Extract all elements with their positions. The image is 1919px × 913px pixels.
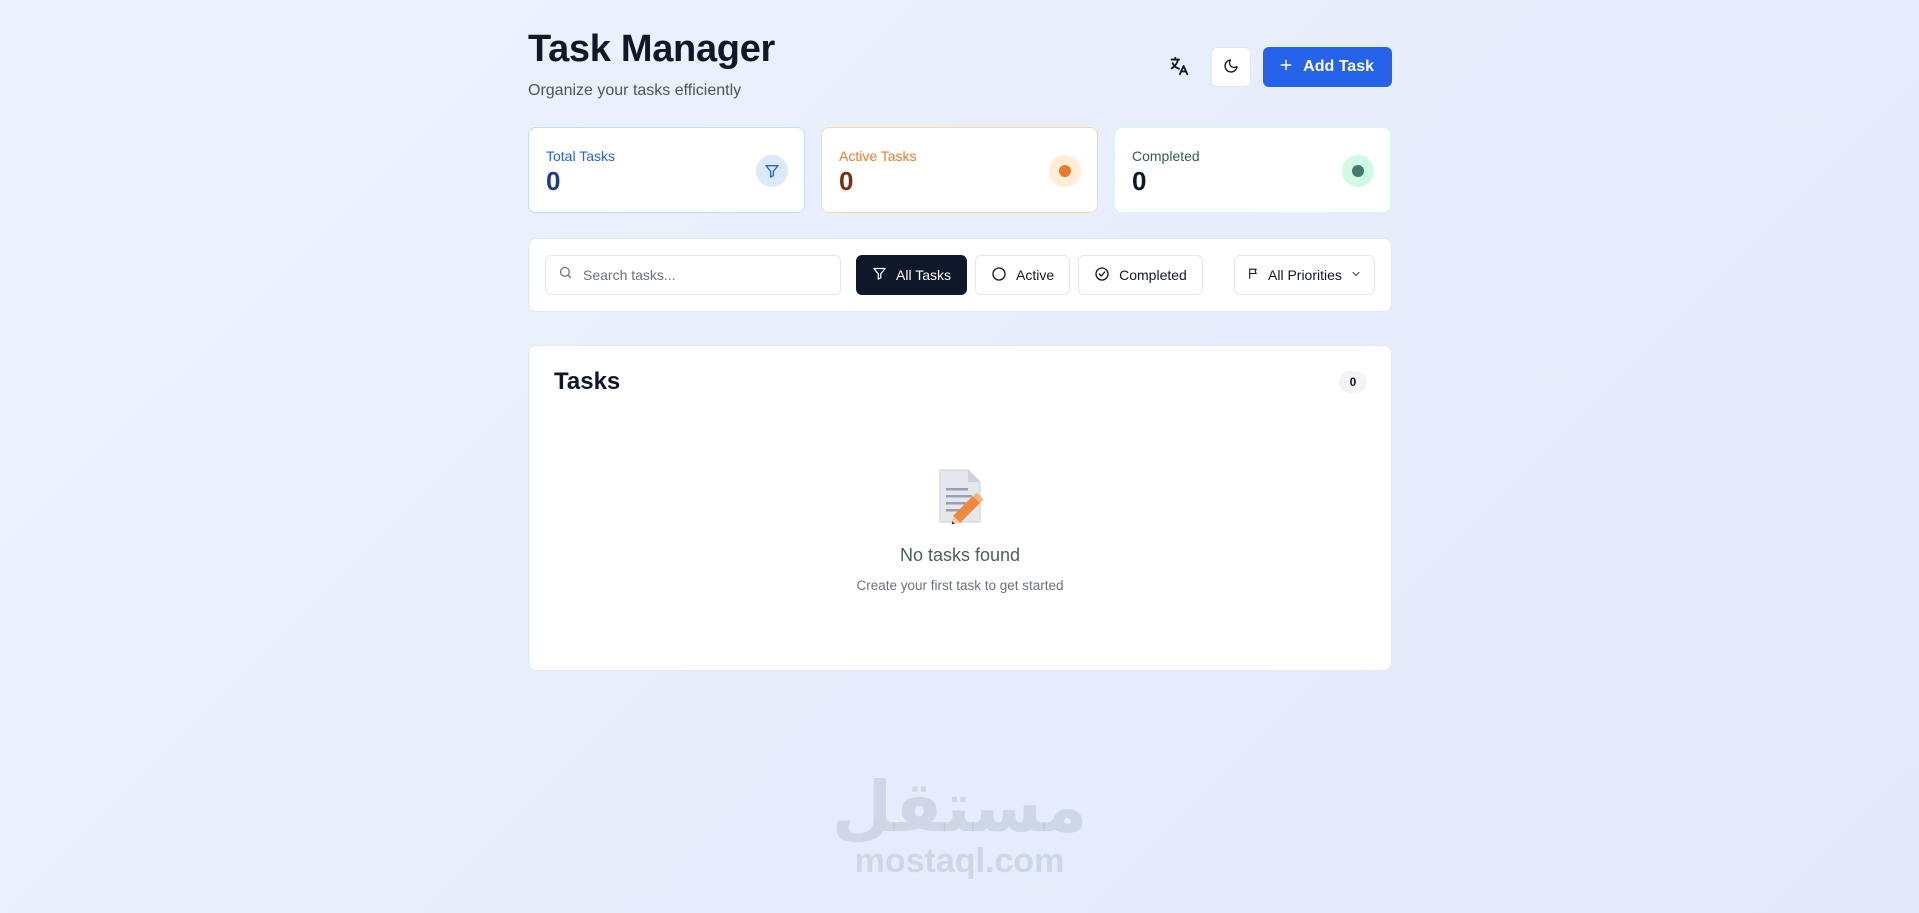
filter-active-button[interactable]: Active	[974, 255, 1071, 295]
stat-card-active: Active Tasks 0	[821, 127, 1098, 213]
plus-icon	[1279, 58, 1293, 77]
empty-state-subtitle: Create your first task to get started	[856, 578, 1064, 593]
chevron-down-icon	[1350, 267, 1362, 283]
empty-state-title: No tasks found	[899, 545, 1021, 565]
tasks-count-badge: 0	[1339, 371, 1367, 393]
circle-icon	[991, 266, 1007, 285]
search-icon	[558, 265, 573, 285]
priority-select-label: All Priorities	[1268, 267, 1342, 283]
completed-dot-icon	[1342, 155, 1374, 187]
flag-icon	[1247, 267, 1260, 283]
tasks-panel: Tasks 0 No tasks found Create your first…	[528, 345, 1392, 671]
status-filter-group: All Tasks Active Completed	[856, 255, 1203, 295]
search-box	[545, 255, 841, 295]
filter-icon	[756, 155, 788, 187]
watermark-latin: mostaql.com	[854, 842, 1065, 880]
header-actions: Add Task	[1159, 47, 1392, 87]
stat-value-total: 0	[546, 166, 561, 196]
filter-active-label: Active	[1015, 267, 1055, 283]
empty-state: No tasks found Create your first task to…	[529, 466, 1391, 593]
filter-completed-button[interactable]: Completed	[1078, 255, 1203, 295]
moon-icon	[1223, 58, 1239, 77]
priority-select[interactable]: All Priorities	[1234, 255, 1375, 295]
page-header: Task Manager Organize your tasks efficie…	[528, 0, 1392, 127]
stat-card-total: Total Tasks 0	[528, 127, 805, 213]
theme-toggle-button[interactable]	[1211, 47, 1252, 87]
search-input[interactable]	[583, 267, 823, 283]
memo-icon	[930, 466, 990, 526]
active-dot-icon	[1049, 155, 1081, 187]
add-task-button[interactable]: Add Task	[1263, 47, 1392, 87]
translate-icon	[1168, 55, 1190, 80]
filter-all-label: All Tasks	[896, 267, 951, 283]
stat-label-completed: Completed	[1132, 148, 1200, 164]
stat-label-total: Total Tasks	[546, 148, 615, 164]
watermark-logo: مستقل mostaql.com	[0, 772, 1919, 878]
stat-value-active: 0	[839, 166, 854, 196]
filter-bar: All Tasks Active Completed	[528, 238, 1392, 312]
check-circle-icon	[1094, 266, 1110, 285]
filter-completed-label: Completed	[1119, 267, 1187, 283]
filter-icon	[872, 266, 887, 284]
stats-row: Total Tasks 0 Active Tasks 0 Completed 0	[528, 127, 1392, 213]
watermark-arabic: مستقل	[831, 766, 1088, 848]
language-button[interactable]	[1159, 47, 1199, 87]
stat-card-completed: Completed 0	[1114, 127, 1391, 213]
stat-value-completed: 0	[1132, 166, 1147, 196]
page-subtitle: Organize your tasks efficiently	[528, 82, 742, 99]
add-task-label: Add Task	[1303, 58, 1374, 75]
page-title: Task Manager	[528, 28, 776, 70]
tasks-title: Tasks	[554, 368, 621, 395]
app-container: Task Manager Organize your tasks efficie…	[528, 0, 1392, 671]
filter-all-tasks-button[interactable]: All Tasks	[856, 255, 967, 295]
stat-label-active: Active Tasks	[839, 148, 917, 164]
